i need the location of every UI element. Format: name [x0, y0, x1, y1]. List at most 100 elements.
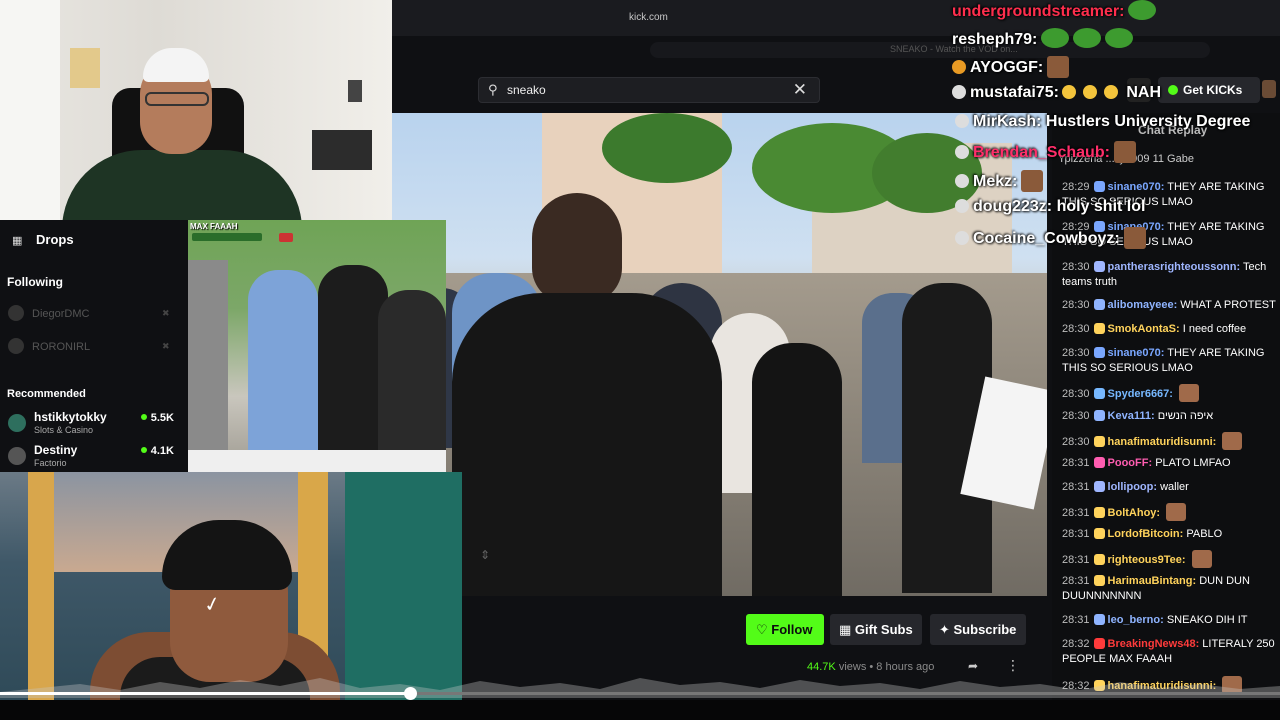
user-badge-icon: [955, 145, 969, 159]
chat-timestamp: 28:31: [1062, 481, 1090, 493]
following-name: DiegorDMC: [32, 308, 90, 320]
chat-username[interactable]: sinane070:: [1108, 347, 1165, 359]
chat-badge-icon: [1093, 299, 1105, 310]
bottom-strip: [0, 700, 1280, 720]
green-wall: [345, 472, 462, 700]
alert-username: Brendan_Schaub:: [973, 144, 1110, 161]
alert-text: holy shit lol: [1052, 198, 1146, 215]
following-item[interactable]: DiegorDMC: [8, 305, 89, 321]
chat-badge-icon: [1093, 410, 1105, 421]
chat-username[interactable]: hanafimaturidisunni:: [1108, 436, 1217, 448]
subscribe-button[interactable]: ✦ Subscribe: [930, 614, 1026, 645]
chat-badge-icon: [1093, 575, 1105, 586]
chat-badge-icon: [1093, 323, 1105, 334]
chat-message: 28:32 BreakingNews48: LITERALY 250 PEOPLE…: [1062, 637, 1276, 667]
alert-username: MirKash:: [973, 113, 1042, 130]
search-input[interactable]: sneako: [507, 83, 546, 97]
chat-timestamp: 28:31: [1062, 614, 1090, 626]
progress-fill: [0, 692, 410, 695]
user-badge-icon: [955, 199, 969, 213]
get-kicks-button[interactable]: Get KICKs: [1158, 77, 1260, 103]
chat-text: [1160, 507, 1163, 519]
chat-message: 28:31 lollipoop: waller: [1062, 480, 1276, 495]
user-badge-icon: [955, 174, 969, 188]
alert-username: mustafai75:: [970, 84, 1059, 101]
chat-timestamp: 28:31: [1062, 554, 1090, 566]
frog-emote-icon: [1041, 28, 1070, 48]
recommended-heading: Recommended: [7, 388, 86, 400]
chat-username[interactable]: Keva111:: [1108, 410, 1155, 422]
chat-username[interactable]: lollipoop:: [1108, 481, 1157, 493]
chat-timestamp: 28:30: [1062, 410, 1090, 422]
chat-message: 28:31 BoltAhoy:: [1062, 503, 1276, 521]
chat-alert: Cocaine_Cowboyz:: [955, 227, 1146, 249]
crowd-person: [752, 343, 842, 596]
follow-button[interactable]: ♡ Follow: [746, 614, 824, 645]
chat-username[interactable]: leo_berno:: [1108, 614, 1164, 626]
alert-username: doug223z:: [973, 198, 1053, 215]
chat-timestamp: 28:30: [1062, 323, 1090, 335]
chat-text: PLATO LMFAO: [1152, 457, 1231, 469]
chat-text: I need coffee: [1179, 323, 1247, 335]
chat-timestamp: 28:30: [1062, 347, 1090, 359]
get-kicks-label: Get KICKs: [1183, 83, 1243, 97]
chat-username[interactable]: HarimauBintang:: [1108, 575, 1197, 587]
search-bar[interactable]: ⚲ sneako ✕: [478, 77, 820, 103]
chat-badge-icon: [1093, 347, 1105, 358]
chat-timestamp: 28:31: [1062, 575, 1090, 587]
alert-username: undergroundstreamer:: [952, 3, 1125, 20]
chat-username[interactable]: LordofBitcoin:: [1108, 528, 1184, 540]
chat-badge-icon: [1093, 457, 1105, 468]
chat-username[interactable]: PoooFF:: [1108, 457, 1153, 469]
guest-stream-subtitle: [192, 233, 262, 241]
chat-timestamp: 28:30: [1062, 388, 1090, 400]
chat-username[interactable]: pantherasrighteoussonn:: [1108, 261, 1241, 273]
following-item[interactable]: RORONIRL: [8, 338, 90, 354]
chat-alert: resheph79:: [952, 28, 1134, 49]
kick-coin-icon: [1168, 85, 1178, 95]
frog-emote-icon: [1073, 28, 1102, 48]
bell-off-icon[interactable]: ✖: [162, 341, 170, 352]
chat-username[interactable]: sinane070:: [1108, 181, 1165, 193]
avatar: [8, 338, 24, 354]
search-icon: ⚲: [488, 82, 498, 97]
chat-alert: Brendan_Schaub:: [955, 141, 1136, 163]
profile-avatar[interactable]: [1262, 80, 1276, 98]
chat-timestamp: 28:30: [1062, 299, 1090, 311]
chat-badge-icon: [1093, 261, 1105, 272]
laughing-emoji-icon: [1082, 85, 1097, 99]
chat-text: איפה הנשים: [1154, 410, 1214, 422]
chat-badge-icon: [1093, 181, 1105, 192]
channel-name: Destiny: [34, 443, 78, 457]
chat-username[interactable]: alibomayeee:: [1108, 299, 1178, 311]
chat-message: 28:30 SmokAontaS: I need coffee: [1062, 322, 1276, 337]
user-badge-icon: [955, 114, 969, 128]
chat-alert: MirKash: Hustlers University Degree: [955, 113, 1250, 131]
chat-username[interactable]: SmokAontaS:: [1108, 323, 1180, 335]
bell-off-icon[interactable]: ✖: [162, 308, 170, 319]
viewer-count: 4.1K: [141, 445, 174, 457]
progress-handle[interactable]: [403, 687, 417, 700]
chat-timestamp: 28:30: [1062, 261, 1090, 273]
video-player[interactable]: [392, 113, 1047, 596]
close-icon[interactable]: ✕: [793, 80, 807, 100]
alert-text: NAH: [1121, 84, 1162, 101]
chat-message: 28:30 alibomayeee: WHAT A PROTEST: [1062, 298, 1276, 313]
sidebar-item-drops[interactable]: Drops: [36, 232, 74, 247]
chat-username[interactable]: Spyder6667:: [1108, 388, 1173, 400]
user-badge-icon: [955, 231, 969, 245]
chat-username[interactable]: BoltAhoy:: [1108, 507, 1161, 519]
frog-emote-icon: [1128, 0, 1157, 20]
chat-badge-icon: [1093, 638, 1105, 649]
chat-alert: Mekz:: [955, 170, 1044, 192]
chat-username[interactable]: righteous9Tee:: [1108, 554, 1186, 566]
palm-tree: [602, 113, 732, 183]
chat-username[interactable]: BreakingNews48:: [1108, 638, 1200, 650]
chat-badge-icon: [1093, 554, 1105, 565]
emote-icon: [1179, 384, 1200, 402]
gift-subs-button[interactable]: ▦ Gift Subs: [830, 614, 922, 645]
channel-name: hstikkytokky: [34, 410, 107, 424]
share-icon[interactable]: ➦: [968, 659, 978, 673]
chat-timestamp: 28:31: [1062, 457, 1090, 469]
url-bar[interactable]: kick.com: [629, 12, 668, 23]
